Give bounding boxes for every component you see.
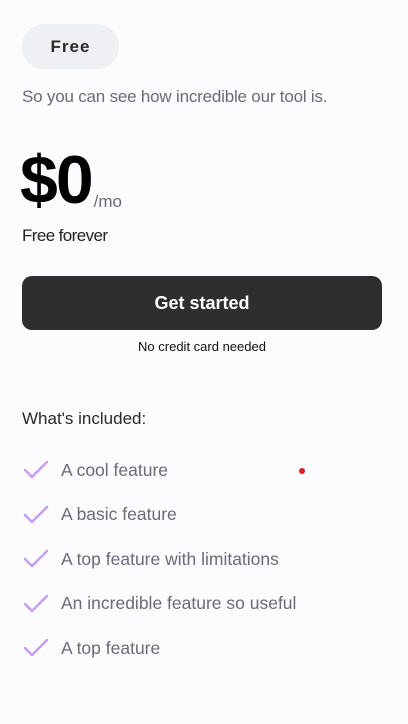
feature-label: A top feature <box>61 637 161 658</box>
plan-name-badge: Free <box>22 24 119 69</box>
check-icon <box>23 639 49 657</box>
feature-item: A top feature with limitations <box>22 537 296 582</box>
feature-list: A cool feature A basic feature A top fea… <box>22 448 296 671</box>
feature-label: A top feature with limitations <box>61 548 279 569</box>
features-heading: What's included: <box>22 409 147 428</box>
feature-label: A basic feature <box>61 504 177 525</box>
price-amount: $0 <box>20 142 94 218</box>
check-icon <box>23 594 49 612</box>
get-started-button[interactable]: Get started <box>22 276 382 330</box>
billing-note: Free forever <box>22 226 108 245</box>
feature-item: A top feature <box>22 626 296 671</box>
check-icon <box>23 461 49 479</box>
price: $0 /mo <box>20 140 122 220</box>
cta-note: No credit card needed <box>138 339 266 354</box>
feature-item: An incredible feature so useful <box>22 582 296 627</box>
cursor-marker <box>299 468 305 474</box>
price-period: /mo <box>93 192 122 211</box>
check-icon <box>23 505 49 523</box>
feature-item: A cool feature <box>22 448 296 493</box>
feature-label: An incredible feature so useful <box>61 593 297 614</box>
plan-description: So you can see how incredible our tool i… <box>22 87 328 106</box>
feature-label: A cool feature <box>61 459 169 480</box>
check-icon <box>23 550 49 568</box>
feature-item: A basic feature <box>22 493 296 538</box>
